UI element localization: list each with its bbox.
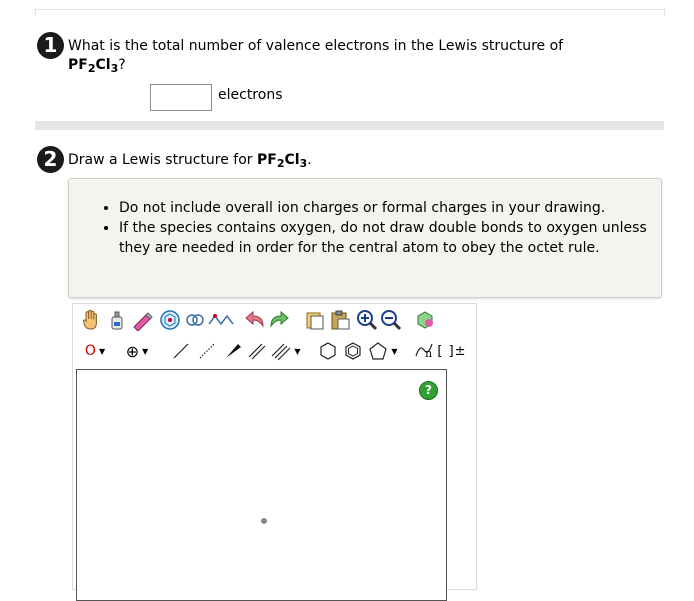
valence-electrons-input[interactable] xyxy=(150,84,212,111)
single-bond-icon[interactable] xyxy=(169,338,193,364)
hand-pan-icon[interactable] xyxy=(79,307,103,333)
question-2-formula: PF2Cl3 xyxy=(256,152,308,170)
question-1-formula: PF2Cl3 xyxy=(68,57,119,75)
wedge-bond-icon[interactable] xyxy=(221,338,245,364)
sgroup-icon[interactable]: n xyxy=(413,338,435,364)
redo-icon[interactable] xyxy=(267,307,291,333)
ring-template-icon[interactable] xyxy=(158,307,182,333)
question-2-number-badge: 2 xyxy=(37,146,64,173)
help-icon[interactable]: ? xyxy=(419,381,438,400)
sgroup-n-label: n xyxy=(425,347,433,360)
template-ring-icon[interactable] xyxy=(185,307,205,333)
cyclohexane-icon[interactable] xyxy=(316,338,340,364)
instruction-item: Do not include overall ion charges or fo… xyxy=(119,198,649,218)
question-1-prompt: What is the total number of valence elec… xyxy=(68,38,564,54)
section-divider xyxy=(35,121,664,130)
benzene-icon[interactable] xyxy=(341,338,365,364)
eraser-pencil-icon[interactable] xyxy=(130,307,154,333)
canvas-cursor-dot xyxy=(261,518,267,524)
bracket-charge-button[interactable]: [ ]± xyxy=(437,338,467,364)
double-bond-icon[interactable] xyxy=(245,338,269,364)
cyclopentane-dropdown[interactable]: ▼ xyxy=(365,338,401,364)
charge-plus-icon: ⊕ xyxy=(125,341,140,361)
electrons-unit-label: electrons xyxy=(218,87,283,103)
chevron-down-icon: ▼ xyxy=(294,346,301,356)
chevron-down-icon: ▼ xyxy=(391,346,398,356)
editor-toolbar-bottom: O ▼ ⊕ ▼ ▼ ▼ n [ ]± xyxy=(73,338,476,364)
erase-bottle-icon[interactable] xyxy=(106,307,128,333)
chevron-down-icon: ▼ xyxy=(98,346,106,356)
instructions-list: Do not include overall ion charges or fo… xyxy=(69,179,661,258)
triple-bond-icon xyxy=(271,343,291,361)
question-2-prompt: Draw a Lewis structure for xyxy=(68,152,253,168)
copy-clipboard-icon[interactable] xyxy=(303,307,327,333)
hashed-bond-icon[interactable] xyxy=(195,338,219,364)
chevron-down-icon: ▼ xyxy=(142,346,149,356)
cyclopentane-icon xyxy=(369,342,388,360)
instruction-item: If the species contains oxygen, do not d… xyxy=(119,218,649,258)
zoom-in-icon[interactable] xyxy=(355,307,379,333)
paste-clipboard-icon[interactable] xyxy=(328,307,352,333)
question-1-text: What is the total number of valence elec… xyxy=(68,38,564,75)
question-2-text: Draw a Lewis structure for PF2Cl3. xyxy=(68,152,312,170)
charge-dropdown[interactable]: ⊕ ▼ xyxy=(119,338,155,364)
zoom-out-icon[interactable] xyxy=(379,307,403,333)
top-frame-line xyxy=(35,9,665,16)
molecule-editor: O ▼ ⊕ ▼ ▼ ▼ n [ ]± ? xyxy=(72,303,477,601)
element-select-dropdown[interactable]: O ▼ xyxy=(79,338,111,364)
selected-element-label: O xyxy=(84,343,96,359)
editor-toolbar-top xyxy=(73,307,476,333)
drawing-canvas[interactable]: ? xyxy=(76,369,447,601)
instructions-box: Do not include overall ion charges or fo… xyxy=(68,178,662,298)
chain-template-icon[interactable] xyxy=(206,307,236,333)
bracket-charge-label: [ ]± xyxy=(437,343,467,359)
clean-structure-icon[interactable] xyxy=(413,307,437,333)
triple-bond-dropdown[interactable]: ▼ xyxy=(269,338,303,364)
undo-icon[interactable] xyxy=(243,307,267,333)
question-1-number-badge: 1 xyxy=(37,32,64,59)
